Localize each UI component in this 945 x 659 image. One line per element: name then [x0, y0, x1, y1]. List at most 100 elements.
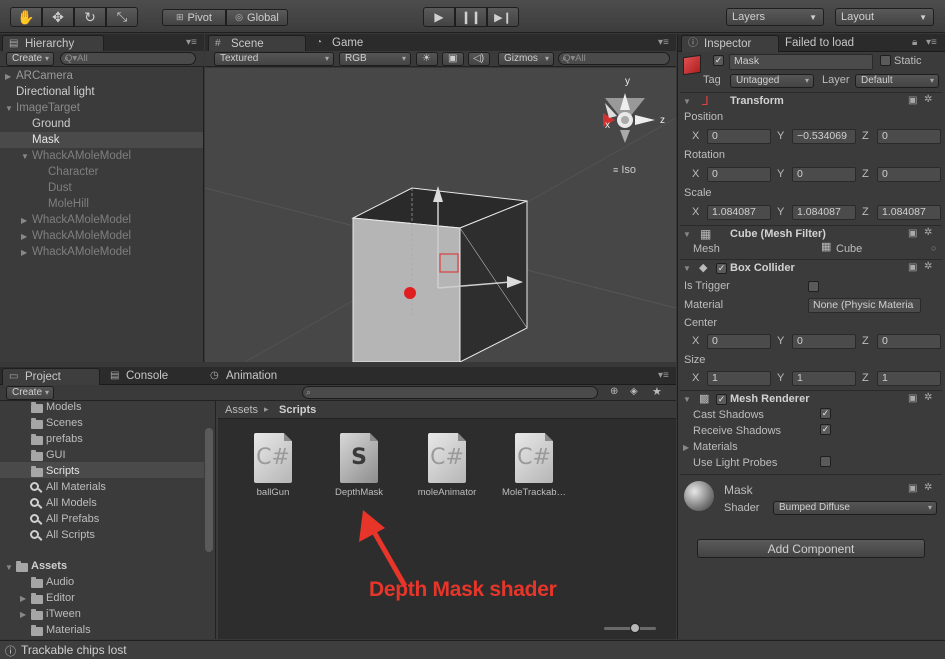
- hierarchy-item[interactable]: Character: [48, 164, 99, 180]
- move-tool-button[interactable]: ✥: [42, 7, 74, 27]
- hierarchy-item[interactable]: WhackAMoleModel: [32, 148, 131, 164]
- tab-failed-to-load[interactable]: Failed to load: [780, 35, 890, 52]
- hierarchy-item[interactable]: Dust: [48, 180, 72, 196]
- project-create-dropdown[interactable]: Create ▾: [6, 386, 54, 400]
- help-icon[interactable]: ▣: [908, 95, 917, 106]
- center-x-field[interactable]: 0: [707, 334, 771, 349]
- filter-type-icon[interactable]: ⊕: [610, 386, 618, 397]
- help-icon[interactable]: ▣: [908, 483, 917, 494]
- center-z-field[interactable]: 0: [877, 334, 941, 349]
- project-tree-item[interactable]: All Scripts: [46, 527, 95, 543]
- physic-material-field[interactable]: None (Physic Materia: [808, 298, 921, 313]
- expand-triangle-open-icon[interactable]: ▼: [5, 563, 13, 572]
- project-tree-item[interactable]: Audio: [46, 574, 74, 590]
- size-x-field[interactable]: 1: [707, 371, 771, 386]
- scene-viewport[interactable]: y x z ≡ Iso: [205, 68, 676, 362]
- transform-header[interactable]: ▼ ⅃ Transform ▣ ✲: [680, 92, 942, 110]
- expand-triangle-icon[interactable]: ▶: [20, 594, 26, 603]
- scene-search-input[interactable]: Q▾All: [558, 52, 670, 65]
- tab-console[interactable]: ▤ Console: [104, 368, 204, 385]
- tab-project[interactable]: ▭ Project: [2, 368, 100, 385]
- layer-dropdown[interactable]: Default ▾: [855, 74, 939, 88]
- position-x-field[interactable]: 0: [707, 129, 771, 144]
- star-icon[interactable]: ★: [652, 385, 662, 398]
- panel-menu-icon[interactable]: ▾≡: [658, 370, 669, 381]
- help-icon[interactable]: ▣: [908, 262, 917, 273]
- rotation-z-field[interactable]: 0: [877, 167, 941, 182]
- mesh-renderer-header[interactable]: ▼ ▩ ✓ Mesh Renderer ▣ ✲: [680, 390, 942, 408]
- skybox-toggle[interactable]: ▣: [442, 52, 464, 66]
- asset-file[interactable]: C# MoleTrackab…: [494, 433, 574, 498]
- rotation-x-field[interactable]: 0: [707, 167, 771, 182]
- expand-triangle-icon[interactable]: ▶: [21, 248, 27, 257]
- light-probes-checkbox[interactable]: [820, 456, 831, 467]
- rotate-tool-button[interactable]: ↻: [74, 7, 106, 27]
- hierarchy-item[interactable]: WhackAMoleModel: [32, 244, 131, 260]
- play-button[interactable]: ▶: [423, 7, 455, 27]
- expand-triangle-open-icon[interactable]: ▼: [5, 104, 13, 113]
- project-tree-item[interactable]: GUI: [46, 447, 66, 463]
- tab-game[interactable]: ◔ Game: [310, 35, 390, 52]
- asset-file[interactable]: S DepthMask: [319, 433, 399, 498]
- box-collider-header[interactable]: ▼ ◆ ✓ Box Collider ▣ ✲: [680, 259, 942, 277]
- lighting-toggle[interactable]: ☀: [416, 52, 438, 66]
- tag-icon[interactable]: ◈: [630, 386, 638, 397]
- hierarchy-item[interactable]: ARCamera: [16, 68, 73, 84]
- tab-hierarchy[interactable]: ▤ Hierarchy: [2, 35, 104, 52]
- project-tree-scrollbar[interactable]: [205, 428, 213, 552]
- rotation-y-field[interactable]: 0: [792, 167, 856, 182]
- hierarchy-create-dropdown[interactable]: Create ▾: [6, 52, 54, 66]
- textured-dropdown[interactable]: Textured ▾: [214, 52, 334, 66]
- scale-y-field[interactable]: 1.084087: [792, 205, 856, 220]
- tab-inspector[interactable]: ⓘ Inspector: [681, 35, 779, 52]
- help-icon[interactable]: ▣: [908, 393, 917, 404]
- gear-icon[interactable]: ✲: [924, 94, 932, 105]
- expand-triangle-icon[interactable]: ▶: [20, 610, 26, 619]
- project-tree-item[interactable]: Scripts: [46, 463, 80, 479]
- lock-icon[interactable]: 🔒︎: [912, 37, 917, 48]
- audio-toggle[interactable]: ◁): [468, 52, 490, 66]
- project-tree-item[interactable]: Editor: [46, 590, 75, 606]
- position-z-field[interactable]: 0: [877, 129, 941, 144]
- expand-triangle-icon[interactable]: ▶: [21, 232, 27, 241]
- layers-dropdown[interactable]: Layers ▼: [726, 8, 824, 26]
- static-checkbox[interactable]: [880, 55, 891, 66]
- breadcrumb-scripts[interactable]: Scripts: [279, 404, 316, 416]
- project-tree-item[interactable]: All Models: [46, 495, 97, 511]
- project-assets-root[interactable]: Assets: [31, 558, 67, 574]
- size-y-field[interactable]: 1: [792, 371, 856, 386]
- object-picker-icon[interactable]: ○: [931, 243, 936, 253]
- panel-menu-icon[interactable]: ▾≡: [186, 37, 197, 48]
- gear-icon[interactable]: ✲: [924, 392, 932, 403]
- project-search-input[interactable]: [302, 386, 598, 399]
- pause-button[interactable]: ❙❙: [455, 7, 487, 27]
- hierarchy-item[interactable]: WhackAMoleModel: [32, 228, 131, 244]
- mesh-renderer-enabled-checkbox[interactable]: ✓: [716, 394, 727, 405]
- gizmos-dropdown[interactable]: Gizmos ▾: [498, 52, 554, 66]
- expand-triangle-open-icon[interactable]: ▼: [21, 152, 29, 161]
- hierarchy-item[interactable]: MoleHill: [48, 196, 89, 212]
- panel-menu-icon[interactable]: ▾≡: [926, 37, 937, 48]
- iso-toggle[interactable]: ≡ Iso: [613, 164, 636, 176]
- hand-tool-button[interactable]: ✋: [10, 7, 42, 27]
- scale-z-field[interactable]: 1.084087: [877, 205, 941, 220]
- scale-tool-button[interactable]: ⤡: [106, 7, 138, 27]
- step-button[interactable]: ▶❙: [487, 7, 519, 27]
- zoom-slider-thumb[interactable]: [630, 623, 640, 633]
- hierarchy-item[interactable]: WhackAMoleModel: [32, 212, 131, 228]
- hierarchy-item[interactable]: Mask: [32, 132, 59, 148]
- project-tree-item[interactable]: iTween: [46, 606, 81, 622]
- hierarchy-item[interactable]: ImageTarget: [16, 100, 80, 116]
- tab-animation[interactable]: ◷ Animation: [204, 368, 304, 385]
- expand-triangle-icon[interactable]: ▶: [5, 72, 11, 81]
- gear-icon[interactable]: ✲: [924, 227, 932, 238]
- breadcrumb-assets[interactable]: Assets: [225, 404, 258, 416]
- active-checkbox[interactable]: ✓: [713, 55, 724, 66]
- add-component-button[interactable]: Add Component: [697, 539, 925, 558]
- project-tree-item[interactable]: Scenes: [46, 415, 83, 431]
- project-tree-item[interactable]: prefabs: [46, 431, 83, 447]
- hierarchy-search-input[interactable]: Q▾All: [60, 52, 196, 65]
- is-trigger-checkbox[interactable]: [808, 281, 819, 292]
- receive-shadows-checkbox[interactable]: ✓: [820, 424, 831, 435]
- mesh-filter-header[interactable]: ▼ ▦ Cube (Mesh Filter) ▣ ✲: [680, 225, 942, 243]
